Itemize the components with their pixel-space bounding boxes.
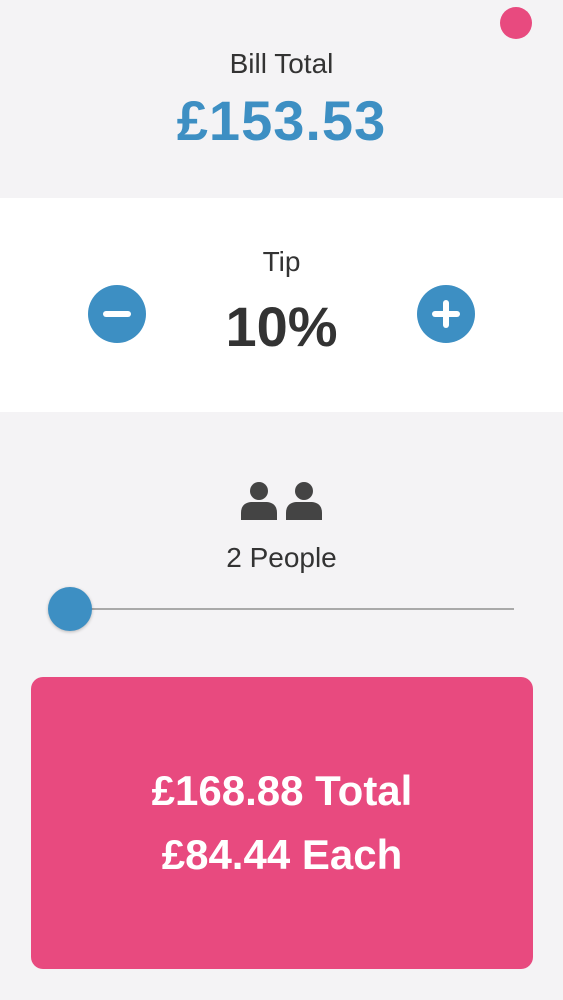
- bill-total-label: Bill Total: [229, 48, 334, 79]
- tip-label: Tip: [262, 246, 301, 277]
- status-indicator-dot: [500, 7, 532, 39]
- people-slider-track[interactable]: [70, 608, 514, 610]
- people-icon: [241, 482, 322, 520]
- people-slider-thumb[interactable]: [48, 587, 92, 631]
- people-section: 2 People £168.88 Total £84.44 Each: [0, 412, 563, 1000]
- bill-total-amount[interactable]: £153.53: [0, 88, 563, 153]
- increase-tip-button[interactable]: [417, 285, 475, 343]
- result-each: £84.44 Each: [161, 831, 403, 878]
- result-card: £168.88 Total £84.44 Each: [31, 677, 533, 969]
- tip-percentage: 10%: [225, 295, 338, 358]
- tip-section: Tip 10%: [0, 198, 563, 412]
- result-total: £168.88 Total: [151, 767, 413, 814]
- bill-section: Bill Total £153.53: [0, 0, 563, 198]
- people-count-label: 2 People: [226, 542, 337, 573]
